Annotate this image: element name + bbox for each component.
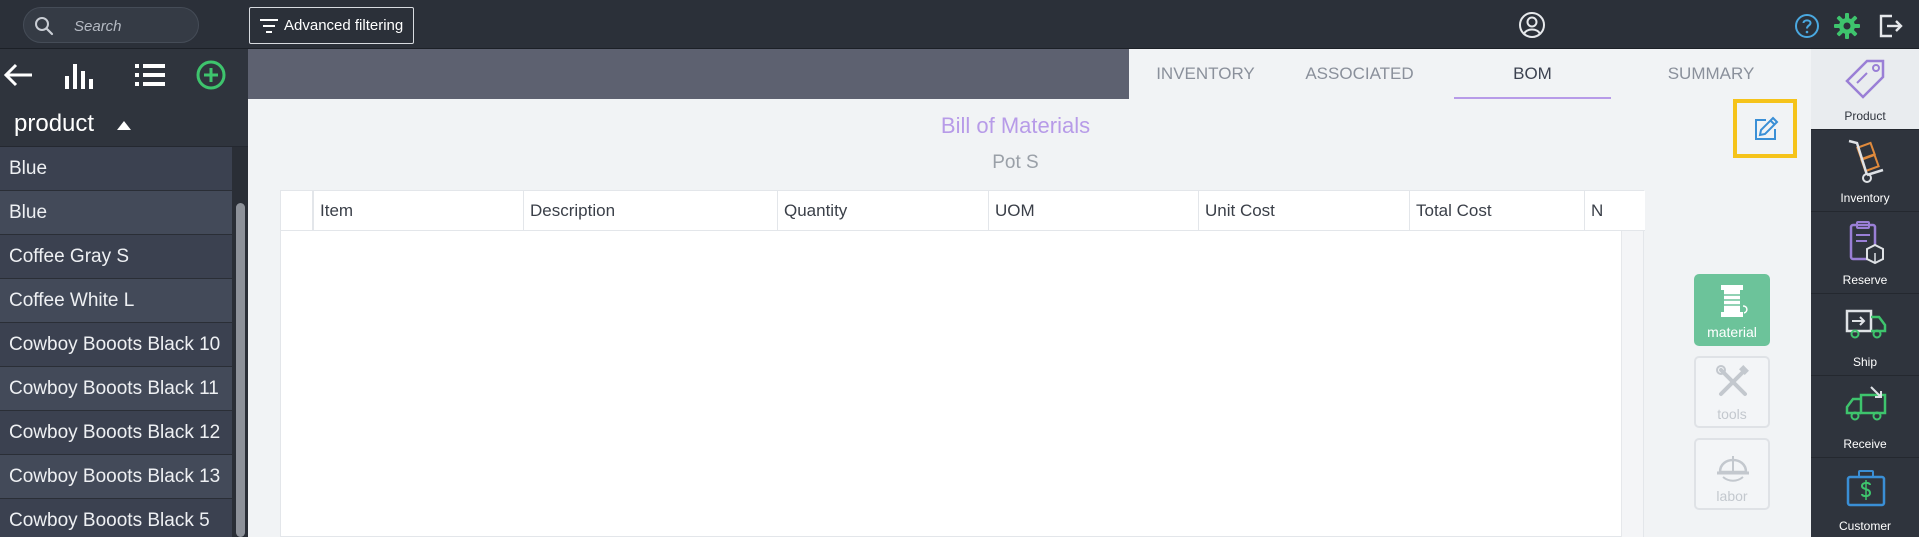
nav-item-customer[interactable]: Customer <box>1811 459 1919 537</box>
hand-truck-icon <box>1848 139 1884 183</box>
nav-item-product[interactable]: Product <box>1811 49 1919 130</box>
spool-icon <box>1721 285 1748 317</box>
list-item[interactable]: Coffee White L <box>0 279 232 323</box>
clipboard-box-icon <box>1849 221 1884 265</box>
nav-label-customer: Customer <box>1838 519 1891 533</box>
back-arrow-icon[interactable] <box>2 59 36 91</box>
search-input[interactable] <box>74 14 192 38</box>
column-header-n[interactable]: N <box>1584 191 1621 231</box>
hardhat-icon <box>1717 456 1749 482</box>
left-toolbar <box>0 49 248 101</box>
nav-label-reserve: Reserve <box>1842 273 1888 287</box>
list-item[interactable]: Cowboy Booots Black 13 <box>0 455 232 499</box>
advanced-filtering-label: Advanced filtering <box>284 17 404 34</box>
bar-chart-icon[interactable] <box>62 59 96 91</box>
search-icon <box>35 17 54 36</box>
column-header-description[interactable]: Description <box>523 191 777 231</box>
tab-inventory[interactable]: INVENTORY <box>1129 49 1282 99</box>
bom-type-buttons: material tools labor <box>1694 224 1774 510</box>
column-header-item[interactable]: Item <box>313 191 523 231</box>
scrollbar-thumb[interactable] <box>236 203 245 537</box>
gear-icon[interactable] <box>1833 12 1861 40</box>
labor-button[interactable]: labor <box>1694 438 1770 510</box>
list-scrollbar[interactable] <box>232 147 248 537</box>
select-column-header[interactable] <box>281 191 313 231</box>
main-content: INVENTORY ASSOCIATED BOM SUMMARY Bill of… <box>248 49 1811 537</box>
product-section-header[interactable]: product <box>0 101 248 147</box>
product-list: Blue Blue Coffee Gray S Coffee White L C… <box>0 147 232 537</box>
tools-label: tools <box>1717 406 1747 422</box>
truck-out-icon <box>1845 309 1887 339</box>
labor-label: labor <box>1716 488 1748 504</box>
material-button[interactable]: material <box>1694 274 1770 346</box>
column-header-uom[interactable]: UOM <box>988 191 1198 231</box>
price-tag-icon <box>1845 59 1885 99</box>
caret-up-icon <box>117 121 131 130</box>
column-header-total-cost[interactable]: Total Cost <box>1409 191 1584 231</box>
table-header: Item Description Quantity UOM Unit Cost … <box>281 191 1645 231</box>
list-icon[interactable] <box>133 59 167 91</box>
logout-icon[interactable] <box>1876 12 1904 40</box>
tab-bom[interactable]: BOM <box>1454 49 1611 99</box>
right-nav: Product Inventory Reserve Ship Receive C… <box>1811 49 1919 537</box>
tab-summary[interactable]: SUMMARY <box>1611 49 1811 99</box>
help-icon[interactable] <box>1794 13 1820 39</box>
add-circle-icon[interactable] <box>194 59 228 91</box>
nav-label-ship: Ship <box>1852 355 1878 369</box>
list-item[interactable]: Cowboy Booots Black 11 <box>0 367 232 411</box>
nav-label-inventory: Inventory <box>1840 191 1890 205</box>
tools-icon <box>1716 365 1749 396</box>
tab-associated[interactable]: ASSOCIATED <box>1282 49 1437 99</box>
list-item[interactable]: Coffee Gray S <box>0 235 232 279</box>
bom-table: Item Description Quantity UOM Unit Cost … <box>280 190 1645 537</box>
list-item[interactable]: Cowboy Booots Black 5 <box>0 499 232 537</box>
edit-button[interactable] <box>1733 99 1797 158</box>
table-scrollbar[interactable] <box>1621 231 1643 537</box>
list-item[interactable]: Blue <box>0 191 232 235</box>
nav-item-inventory[interactable]: Inventory <box>1811 131 1919 212</box>
column-header-quantity[interactable]: Quantity <box>777 191 988 231</box>
user-icon[interactable] <box>1518 11 1546 39</box>
material-label: material <box>1707 324 1757 340</box>
nav-item-receive[interactable]: Receive <box>1811 377 1919 458</box>
column-header-unit-cost[interactable]: Unit Cost <box>1198 191 1409 231</box>
list-item[interactable]: Blue <box>0 147 232 191</box>
nav-item-ship[interactable]: Ship <box>1811 295 1919 376</box>
list-item[interactable]: Cowboy Booots Black 10 <box>0 323 232 367</box>
top-bar: Advanced filtering <box>0 0 1919 49</box>
section-title: product <box>14 110 95 137</box>
filter-icon <box>260 19 278 33</box>
edit-icon <box>1755 116 1779 140</box>
truck-in-icon <box>1845 386 1887 421</box>
nav-item-reserve[interactable]: Reserve <box>1811 213 1919 294</box>
nav-label-product: Product <box>1844 109 1886 123</box>
advanced-filtering-button[interactable]: Advanced filtering <box>249 7 414 44</box>
left-panel: product Blue Blue Coffee Gray S Coffee W… <box>0 49 248 537</box>
page-subtitle: Pot S <box>992 152 1039 173</box>
tools-button[interactable]: tools <box>1694 356 1770 428</box>
briefcase-dollar-icon <box>1846 470 1886 507</box>
page-title: Bill of Materials <box>940 113 1091 138</box>
list-item[interactable]: Cowboy Booots Black 12 <box>0 411 232 455</box>
search-box[interactable] <box>23 7 199 43</box>
tab-bar: INVENTORY ASSOCIATED BOM SUMMARY <box>1129 49 1811 99</box>
nav-label-receive: Receive <box>1843 437 1887 451</box>
